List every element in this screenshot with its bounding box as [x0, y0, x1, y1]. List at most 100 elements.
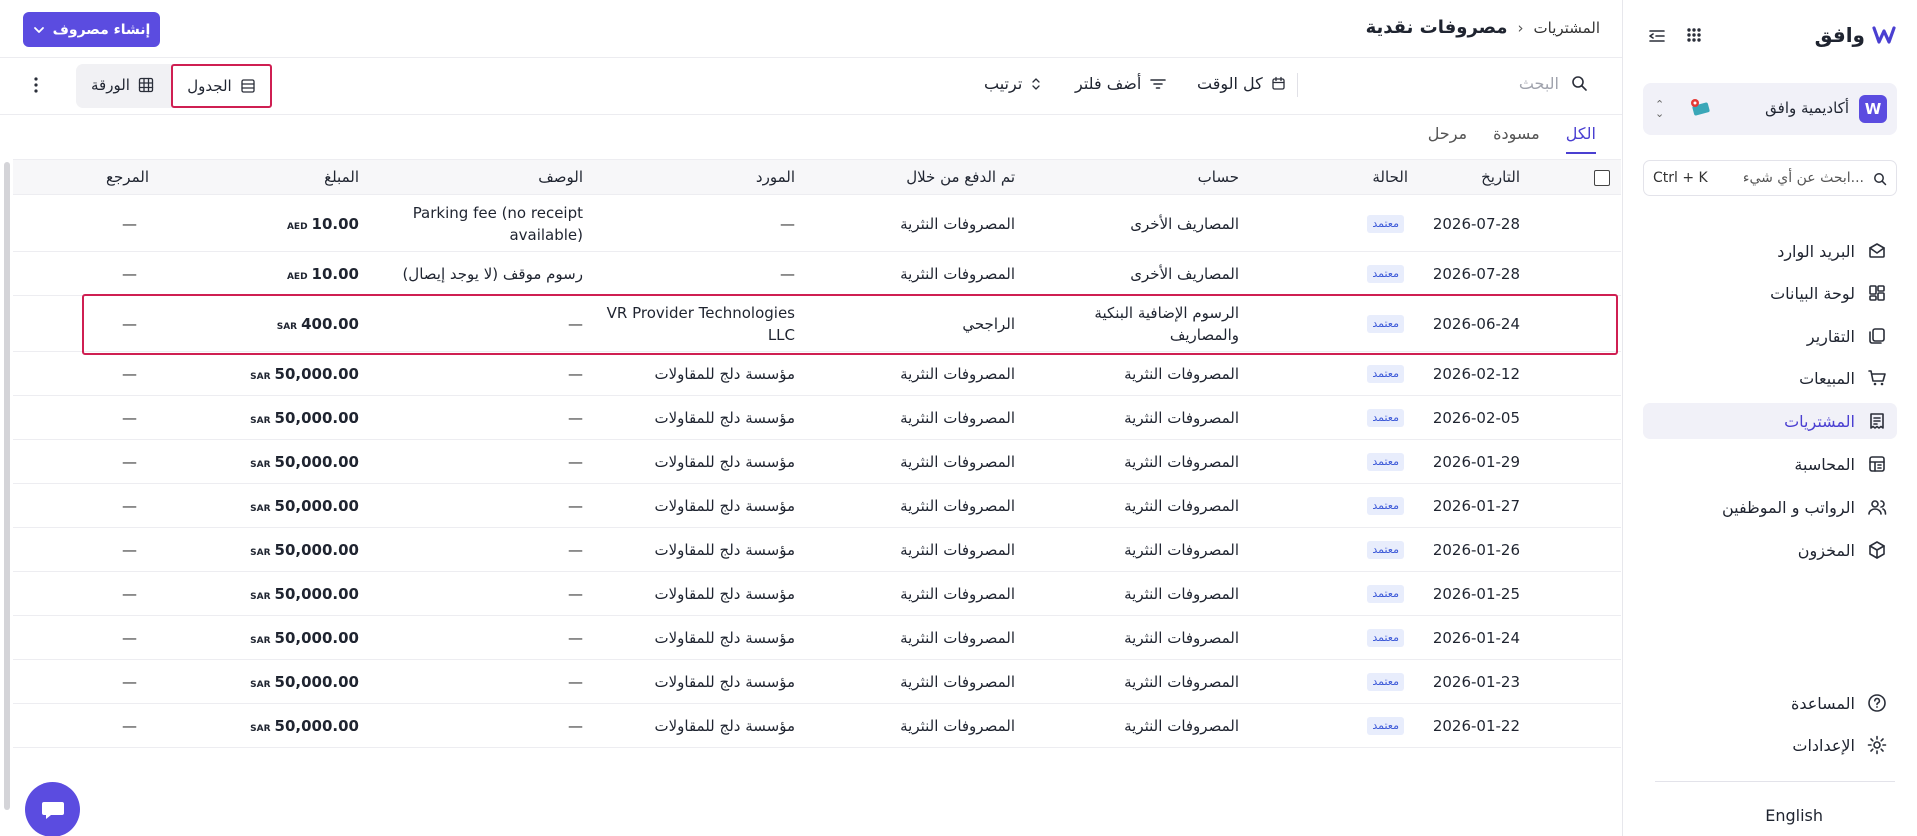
toolbar-divider-line	[0, 114, 1622, 115]
amount-value: 50,000.00	[274, 673, 359, 691]
column-header-reference[interactable]: المرجع	[106, 168, 149, 186]
table-search[interactable]: البحث	[1519, 74, 1588, 93]
currency-code: AED	[286, 222, 308, 232]
cell-date: 2026-01-24	[1432, 629, 1520, 647]
cell-paid-through: المصروفات النثرية	[900, 629, 1015, 647]
column-header-account[interactable]: حساب	[1198, 168, 1239, 186]
organization-switcher[interactable]: W أكاديمية وافق ⌃ ⌄	[1643, 83, 1897, 135]
table-row[interactable]: 2026-01-24 المصروفات النثرية المصروفات الن…	[13, 616, 1621, 660]
header-divider	[0, 57, 1622, 58]
currency-code: SAR	[250, 724, 271, 734]
cell-account: المصاريف الأخرى	[1130, 265, 1239, 283]
amount-value: 10.00	[311, 265, 359, 283]
chat-support-button[interactable]	[25, 782, 80, 836]
add-filter-button[interactable]: أضف فلتر	[1075, 74, 1167, 93]
cell-date: 2026-01-29	[1432, 453, 1520, 471]
cell-amount: 50,000.00 SAR	[250, 717, 359, 735]
sidebar-item-label: المحاسبة	[1794, 454, 1855, 474]
column-header-description[interactable]: الوصف	[538, 168, 583, 186]
cell-reference: —	[122, 453, 137, 471]
currency-code: SAR	[250, 592, 271, 602]
sort-label: ترتيب	[984, 74, 1023, 93]
create-expense-button[interactable]: إنشاء مصروف	[23, 12, 160, 47]
cell-account: المصروفات النثرية	[1124, 541, 1239, 559]
breadcrumb-parent[interactable]: المشتريات	[1534, 19, 1600, 37]
cell-date: 2026-01-23	[1432, 673, 1520, 691]
sidebar-search[interactable]: ابحث عن أي شيء... Ctrl + K	[1643, 160, 1897, 196]
more-options-icon[interactable]	[33, 76, 39, 94]
sidebar-item-sales[interactable]: المبيعات	[1643, 360, 1897, 396]
sidebar-item-inbox[interactable]: البريد الوارد	[1643, 233, 1897, 269]
accounting-icon	[1869, 456, 1885, 472]
amount-value: 50,000.00	[274, 629, 359, 647]
collapse-sidebar-icon[interactable]	[1647, 26, 1667, 46]
table-row[interactable]: 2026-06-24 الرسوم الإضافية البنكية والمصا…	[13, 296, 1621, 352]
sidebar-item-label: المشتريات	[1784, 411, 1855, 431]
currency-code: SAR	[250, 372, 271, 382]
amount-value: 50,000.00	[274, 365, 359, 383]
table-row[interactable]: 2026-02-05 المصروفات النثرية المصروفات الن…	[13, 396, 1621, 440]
sidebar-item-purchases[interactable]: المشتريات	[1643, 403, 1897, 439]
breadcrumb-separator: ›	[1517, 18, 1524, 37]
status-badge: معتمد	[1367, 497, 1404, 515]
amount-value: 50,000.00	[274, 497, 359, 515]
cell-vendor: مؤسسة دلج للمقاولات	[654, 541, 795, 559]
sidebar-item-payroll[interactable]: الرواتب و الموظفين	[1643, 489, 1897, 525]
status-badge: معتمد	[1367, 629, 1404, 647]
tab-draft[interactable]: مسودة	[1493, 124, 1540, 154]
column-header-paid-through[interactable]: تم الدفع من خلال	[906, 168, 1015, 186]
table-row[interactable]: 2026-01-27 المصروفات النثرية المصروفات الن…	[13, 484, 1621, 528]
sidebar-item-label: التقارير	[1806, 326, 1855, 346]
language-switch[interactable]: English	[1765, 806, 1823, 825]
add-filter-label: أضف فلتر	[1075, 74, 1142, 93]
sidebar-item-help[interactable]: المساعدة	[1643, 685, 1897, 721]
box-icon	[1869, 541, 1885, 559]
view-table-button[interactable]: الجدول	[171, 64, 272, 108]
table-row[interactable]: 2026-01-26 المصروفات النثرية المصروفات الن…	[13, 528, 1621, 572]
brand-logo[interactable]: وافق	[1815, 22, 1897, 48]
currency-code: SAR	[250, 416, 271, 426]
table-row[interactable]: 2026-01-22 المصروفات النثرية المصروفات الن…	[13, 704, 1621, 748]
table-row[interactable]: 2026-07-28 المصاريف الأخرى المصروفات النثر…	[13, 252, 1621, 296]
main-content: المشتريات › مصروفات نقدية إنشاء مصروف ال…	[0, 0, 1622, 836]
column-header-status[interactable]: الحالة	[1372, 168, 1408, 186]
cell-reference: —	[122, 265, 137, 283]
scrollbar[interactable]	[4, 162, 10, 810]
tab-posted[interactable]: مرحل	[1428, 124, 1467, 154]
tab-all[interactable]: الكل	[1565, 124, 1596, 154]
column-header-date[interactable]: التاريخ	[1481, 168, 1520, 186]
cell-description: —	[568, 629, 583, 647]
cell-date: 2026-06-24	[1432, 315, 1520, 333]
cell-account: الرسوم الإضافية البنكية والمصاريف	[1094, 304, 1239, 344]
table-row[interactable]: 2026-01-23 المصروفات النثرية المصروفات الن…	[13, 660, 1621, 704]
sidebar-item-settings[interactable]: الإعدادات	[1643, 727, 1897, 763]
search-shortcut: Ctrl + K	[1653, 170, 1708, 186]
cell-reference: —	[122, 673, 137, 691]
column-header-amount[interactable]: المبلغ	[324, 168, 359, 186]
table-row[interactable]: 2026-07-28 المصاريف الأخرى المصروفات النثر…	[13, 196, 1621, 252]
cell-account: المصروفات النثرية	[1124, 497, 1239, 515]
select-all-checkbox[interactable]	[1594, 170, 1610, 186]
cart-icon	[1868, 370, 1886, 386]
cell-account: المصروفات النثرية	[1124, 585, 1239, 603]
sort-button[interactable]: ترتيب	[984, 74, 1042, 93]
help-icon	[1868, 694, 1886, 712]
sidebar-item-inventory[interactable]: المخزون	[1643, 532, 1897, 568]
cell-amount: 50,000.00 SAR	[250, 497, 359, 515]
table-row[interactable]: 2026-01-29 المصروفات النثرية المصروفات الن…	[13, 440, 1621, 484]
time-filter-button[interactable]: كل الوقت	[1197, 74, 1286, 93]
cell-amount: 50,000.00 SAR	[250, 585, 359, 603]
table-row[interactable]: 2026-02-12 المصروفات النثرية المصروفات الن…	[13, 352, 1621, 396]
table-row[interactable]: 2026-01-25 المصروفات النثرية المصروفات الن…	[13, 572, 1621, 616]
sidebar-item-dashboard[interactable]: لوحة البيانات	[1643, 275, 1897, 311]
apps-grid-icon[interactable]	[1685, 26, 1703, 44]
currency-code: SAR	[250, 504, 271, 514]
status-badge: معتمد	[1367, 215, 1404, 233]
view-sheet-button[interactable]: الورقة	[91, 76, 154, 94]
cell-vendor: مؤسسة دلج للمقاولات	[654, 409, 795, 427]
sidebar-item-accounting[interactable]: المحاسبة	[1643, 446, 1897, 482]
cell-paid-through: المصروفات النثرية	[900, 265, 1015, 283]
sidebar-item-reports[interactable]: التقارير	[1643, 318, 1897, 354]
dashboard-icon	[1869, 285, 1885, 301]
column-header-vendor[interactable]: المورد	[756, 168, 795, 186]
